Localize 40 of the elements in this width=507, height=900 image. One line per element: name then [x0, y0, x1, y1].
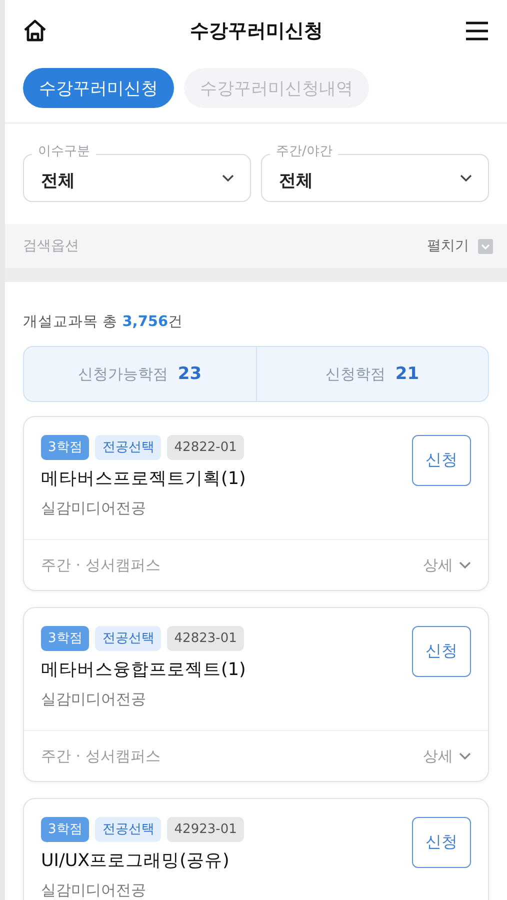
- course-name: UI/UX프로그래밍(공유): [41, 850, 230, 872]
- major-name: 실감미디어전공: [41, 499, 147, 518]
- field-label: 이수구분: [32, 144, 96, 160]
- schedule-text: 주간 · 성서캠퍼스: [41, 556, 160, 574]
- apply-button[interactable]: 신청: [412, 435, 471, 486]
- checkbox-icon[interactable]: [478, 238, 493, 254]
- credits-value: 23: [178, 364, 202, 384]
- schedule-text: 주간 · 성서캠퍼스: [41, 746, 160, 766]
- course-name: 메타버스융합프로젝트(1): [41, 659, 246, 681]
- credits-value: 21: [395, 364, 420, 384]
- field-label: 주간/야간: [270, 144, 338, 160]
- chevron-down-icon: [222, 174, 234, 182]
- course-name: 메타버스프로젝트기획(1): [41, 468, 246, 490]
- credits-label: 신청학점: [325, 364, 386, 384]
- search-options-label: 검색옵션: [23, 237, 79, 255]
- major-name: 실감미디어전공: [41, 881, 147, 900]
- apply-button[interactable]: 신청: [412, 817, 471, 868]
- course-code-tag: 42923-01: [167, 817, 244, 842]
- expand-toggle-label[interactable]: 펼치기: [427, 237, 469, 255]
- apply-button[interactable]: 신청: [412, 626, 471, 677]
- category-tag: 전공선택: [95, 435, 162, 460]
- category-tag: 전공선택: [95, 817, 162, 842]
- credits-tag: 3학점: [41, 435, 90, 460]
- credits-tag: 3학점: [41, 817, 90, 842]
- major-name: 실감미디어전공: [41, 690, 147, 709]
- tab[interactable]: 수강꾸러미신청: [23, 68, 174, 108]
- credits-tag: 3학점: [41, 626, 90, 651]
- chevron-down-icon: [460, 174, 472, 182]
- chevron-down-icon: [459, 561, 471, 569]
- menu-icon[interactable]: [465, 21, 489, 41]
- category-tag: 전공선택: [95, 626, 162, 651]
- course-count-text: 개설교과목 총 3,756건: [23, 313, 184, 331]
- chevron-down-icon: [459, 752, 471, 760]
- detail-toggle[interactable]: 상세: [423, 556, 453, 574]
- home-icon[interactable]: [22, 18, 48, 44]
- page-title: 수강꾸러미신청: [190, 19, 323, 44]
- credits-label: 신청가능학점: [78, 364, 168, 384]
- course-code-tag: 42822-01: [167, 435, 244, 460]
- detail-toggle[interactable]: 상세: [423, 746, 453, 766]
- course-code-tag: 42823-01: [167, 626, 244, 651]
